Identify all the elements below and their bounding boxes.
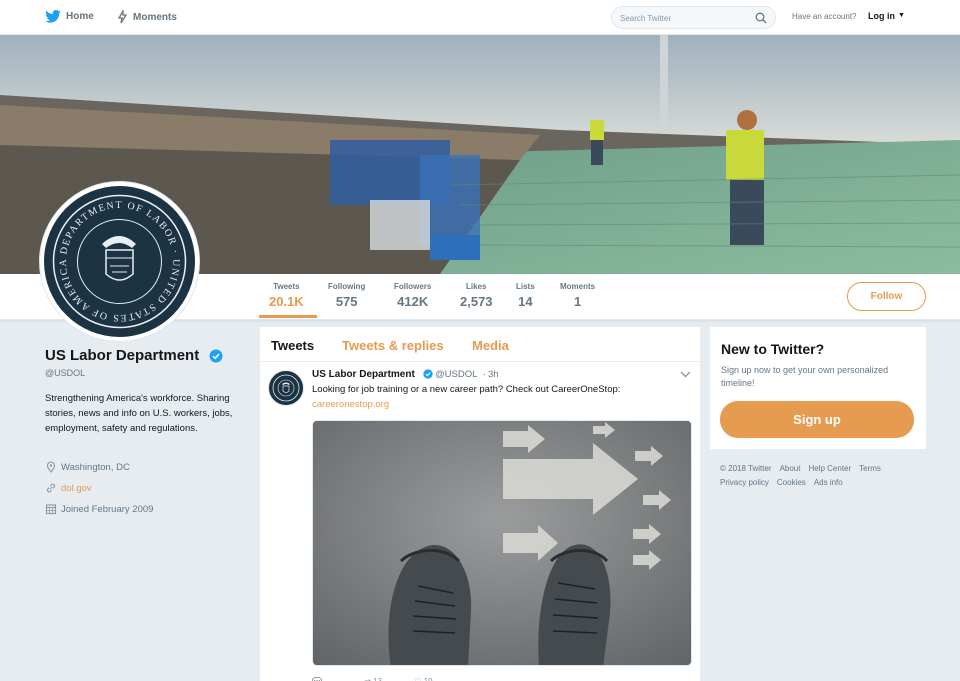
tab-media[interactable]: Media bbox=[472, 338, 509, 353]
login-link[interactable]: Log in bbox=[868, 11, 895, 21]
signup-card: New to Twitter? Sign up now to get your … bbox=[710, 327, 926, 449]
dol-seal-logo: DEPARTMENT OF LABOR · UNITED STATES OF A… bbox=[42, 178, 195, 337]
tab-tweets-replies[interactable]: Tweets & replies bbox=[342, 338, 444, 353]
tweet-text: Looking for job training or a new career… bbox=[312, 384, 621, 395]
tweet-actions: 💬 ⇄ 13 ♡ 19 bbox=[312, 677, 433, 681]
dol-seal-small-icon bbox=[272, 374, 300, 402]
signup-title: New to Twitter? bbox=[721, 341, 825, 357]
tweet-author-name[interactable]: US Labor Department bbox=[312, 369, 415, 380]
top-nav: Home Moments Have an account? Log in ▼ bbox=[0, 0, 960, 35]
link-icon bbox=[46, 483, 56, 493]
stat-label: Tweets bbox=[273, 282, 300, 291]
footer-about[interactable]: About bbox=[780, 464, 801, 473]
tab-tweets[interactable]: Tweets bbox=[271, 338, 314, 353]
footer-ads[interactable]: Ads info bbox=[814, 478, 843, 487]
joined-text: Joined February 2009 bbox=[61, 503, 154, 515]
tweet-avatar[interactable] bbox=[268, 370, 304, 406]
footer-copyright: © 2018 Twitter bbox=[720, 464, 772, 473]
search-input[interactable] bbox=[620, 11, 750, 25]
footer-help[interactable]: Help Center bbox=[808, 464, 851, 473]
location-text: Washington, DC bbox=[61, 461, 130, 473]
verified-badge-icon bbox=[209, 349, 223, 363]
footer-links: © 2018 Twitter About Help Center Terms Priv… bbox=[720, 462, 920, 490]
signup-subtitle: Sign up now to get your own personalized… bbox=[721, 365, 889, 388]
footer-terms[interactable]: Terms bbox=[859, 464, 881, 473]
stat-value: 575 bbox=[335, 294, 358, 309]
search-icon[interactable] bbox=[755, 12, 767, 24]
stat-likes[interactable]: Likes 2,573 bbox=[460, 282, 493, 309]
profile-bio: Strengthening America's workforce. Shari… bbox=[45, 393, 233, 434]
profile-location: Washington, DC bbox=[45, 461, 130, 473]
stat-label: Lists bbox=[516, 282, 535, 291]
stat-label: Followers bbox=[394, 282, 432, 291]
calendar-icon bbox=[45, 504, 57, 515]
stat-value: 2,573 bbox=[460, 294, 493, 309]
stat-value: 14 bbox=[518, 294, 533, 309]
twitter-bird-icon bbox=[45, 10, 61, 23]
like-count: 19 bbox=[424, 677, 433, 681]
stat-value: 412K bbox=[397, 294, 429, 309]
chevron-down-icon[interactable]: ▼ bbox=[898, 12, 905, 19]
verified-badge-icon bbox=[423, 369, 433, 379]
search-box bbox=[611, 6, 776, 29]
location-pin-icon bbox=[46, 461, 56, 473]
lightning-icon bbox=[117, 10, 128, 24]
nav-moments[interactable]: Moments bbox=[117, 10, 177, 24]
tweet-timestamp[interactable]: 3h bbox=[488, 369, 499, 380]
profile-joined: Joined February 2009 bbox=[45, 503, 153, 515]
website-link[interactable]: dol.gov bbox=[61, 483, 92, 494]
signup-button[interactable]: Sign up bbox=[720, 401, 914, 438]
dol-seal-icon: DEPARTMENT OF LABOR · UNITED STATES OF A… bbox=[42, 178, 187, 329]
active-tab-underline bbox=[259, 315, 317, 318]
stat-moments[interactable]: Moments 1 bbox=[560, 282, 595, 309]
shoes-arrows-photo bbox=[313, 421, 691, 665]
tweet-separator: · bbox=[483, 369, 487, 380]
retweet-icon[interactable]: ⇄ bbox=[364, 677, 371, 681]
tweet-media-image[interactable] bbox=[312, 420, 692, 666]
like-icon[interactable]: ♡ bbox=[414, 677, 421, 681]
stat-followers[interactable]: Followers 412K bbox=[394, 282, 431, 309]
tweet-author-handle[interactable]: @USDOL bbox=[435, 369, 477, 380]
stat-following[interactable]: Following 575 bbox=[328, 282, 365, 309]
nav-moments-label: Moments bbox=[133, 11, 177, 23]
stat-value: 1 bbox=[573, 294, 582, 309]
nav-home[interactable]: Home bbox=[45, 10, 94, 23]
timeline-tabs: Tweets Tweets & replies Media bbox=[260, 327, 700, 362]
timeline: Tweets Tweets & replies Media US Labor D… bbox=[260, 327, 700, 681]
stat-label: Likes bbox=[466, 282, 487, 291]
profile-handle[interactable]: @USDOL bbox=[45, 368, 85, 378]
stat-label: Following bbox=[328, 282, 366, 291]
stat-lists[interactable]: Lists 14 bbox=[516, 282, 535, 309]
reply-icon[interactable]: 💬 bbox=[312, 677, 322, 681]
retweet-count: 13 bbox=[373, 677, 382, 681]
footer-privacy[interactable]: Privacy policy bbox=[720, 478, 769, 487]
stat-label: Moments bbox=[560, 282, 596, 291]
nav-home-label: Home bbox=[66, 11, 94, 22]
avatar[interactable]: DEPARTMENT OF LABOR · UNITED STATES OF A… bbox=[40, 178, 199, 341]
tweet-link[interactable]: careeronestop.org bbox=[312, 399, 389, 410]
footer-cookies[interactable]: Cookies bbox=[777, 478, 806, 487]
have-account-text: Have an account? bbox=[792, 12, 857, 21]
chevron-down-icon[interactable] bbox=[680, 371, 691, 378]
stat-tweets[interactable]: Tweets 20.1K bbox=[269, 282, 304, 309]
profile-name[interactable]: US Labor Department bbox=[45, 347, 199, 364]
follow-button[interactable]: Follow bbox=[847, 282, 926, 311]
stat-value: 20.1K bbox=[269, 294, 304, 309]
profile-website: dol.gov bbox=[45, 482, 92, 494]
